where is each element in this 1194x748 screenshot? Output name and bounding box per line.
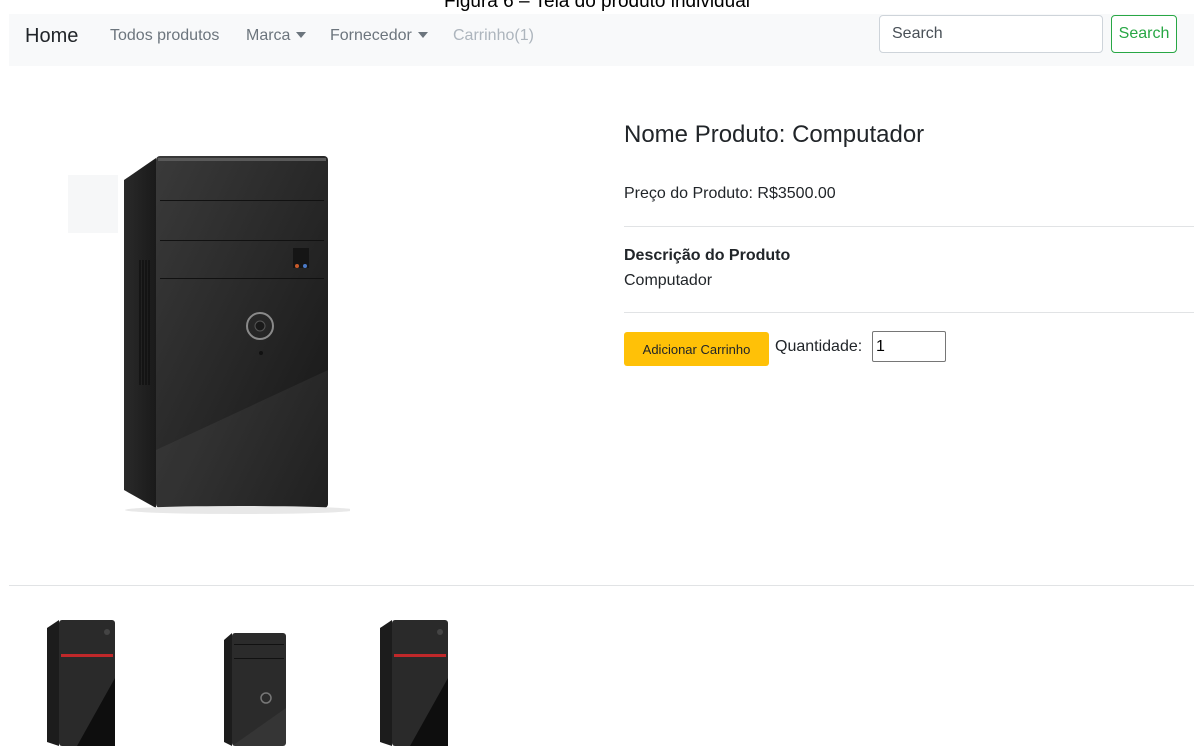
- quantity-input[interactable]: [872, 331, 946, 362]
- product-thumbnail[interactable]: [27, 618, 133, 748]
- nav-marca-label: Marca: [246, 27, 291, 44]
- divider: [9, 585, 1194, 586]
- description-heading: Descrição do Produto: [624, 247, 791, 264]
- nav-marca-dropdown[interactable]: Marca: [246, 27, 307, 45]
- search-button[interactable]: Search: [1111, 15, 1177, 53]
- divider: [624, 312, 1194, 313]
- add-to-cart-button[interactable]: Adicionar Carrinho: [624, 332, 769, 366]
- product-title: Nome Produto: Computador: [624, 121, 925, 148]
- quantity-label: Quantidade:: [775, 338, 863, 355]
- nav-fornecedor-dropdown[interactable]: Fornecedor: [330, 27, 428, 45]
- caret-down-icon: [296, 32, 307, 38]
- nav-fornecedor-label: Fornecedor: [330, 27, 412, 44]
- home-link[interactable]: Home: [25, 25, 78, 48]
- nav-carrinho[interactable]: Carrinho(1): [453, 27, 534, 45]
- figure-caption: Figura 6 – Tela do produto individual: [444, 0, 750, 12]
- product-thumbnail[interactable]: [196, 618, 302, 748]
- nav-todos-produtos[interactable]: Todos produtos: [110, 27, 219, 45]
- caret-down-icon: [417, 32, 428, 38]
- product-image: [68, 156, 350, 514]
- divider: [624, 226, 1194, 227]
- product-thumbnail[interactable]: [360, 618, 466, 748]
- product-price: Preço do Produto: R$3500.00: [624, 185, 836, 202]
- product-description: Computador: [624, 272, 713, 289]
- navbar: Home Todos produtos Marca Fornecedor Car…: [9, 14, 1194, 66]
- search-input[interactable]: [879, 15, 1103, 53]
